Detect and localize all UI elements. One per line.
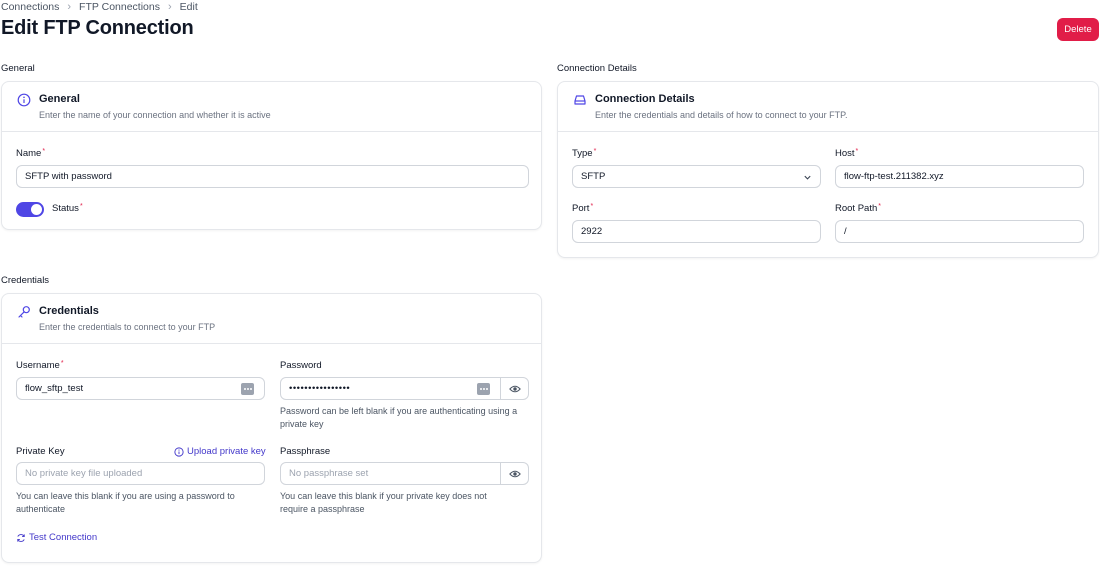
username-value: flow_sftp_test [25, 383, 84, 394]
general-card-subtitle: Enter the name of your connection and wh… [39, 110, 271, 120]
info-icon [174, 446, 184, 457]
eye-icon [508, 470, 521, 477]
toggle-knob [31, 204, 42, 215]
passphrase-visibility-button[interactable] [501, 462, 529, 485]
chevron-down-icon [804, 175, 811, 180]
connection-section-label: Connection Details [557, 63, 637, 74]
credentials-card-header: Credentials Enter the credentials to con… [2, 294, 541, 344]
info-icon [17, 93, 31, 107]
password-field[interactable]: •••••••••••••••• [280, 377, 501, 400]
credentials-section-label: Credentials [1, 275, 50, 286]
password-helper: Password can be left blank if you are au… [280, 406, 518, 429]
name-field[interactable]: SFTP with password [16, 165, 529, 188]
page-title: Edit FTP Connection [1, 17, 194, 39]
general-section-label: General [1, 63, 35, 74]
breadcrumb: Connections › FTP Connections › Edit [1, 1, 198, 13]
host-label: Host* [835, 148, 859, 159]
password-label: Password [280, 360, 322, 371]
privatekey-helper: You can leave this blank if you are usin… [16, 491, 235, 514]
refresh-icon [17, 533, 25, 542]
chevron-right-icon: › [67, 1, 72, 13]
type-select-value: SFTP [581, 171, 606, 182]
more-dots-icon[interactable] [477, 383, 490, 395]
port-field[interactable]: 2922 [572, 220, 821, 243]
general-card-header: General Enter the name of your connectio… [2, 82, 541, 132]
more-dots-icon[interactable] [241, 383, 254, 395]
username-field[interactable]: flow_sftp_test [16, 377, 265, 400]
connection-card-subtitle: Enter the credentials and details of how… [595, 110, 848, 120]
status-label: Status* [52, 203, 83, 214]
rootpath-label: Root Path* [835, 203, 881, 214]
connection-card: Connection Details Enter the credentials… [557, 81, 1099, 258]
connection-card-header: Connection Details Enter the credentials… [558, 82, 1098, 132]
password-value: •••••••••••••••• [289, 383, 351, 394]
port-label: Port* [572, 203, 594, 214]
credentials-card: Credentials Enter the credentials to con… [1, 293, 542, 563]
password-visibility-button[interactable] [501, 377, 529, 400]
username-label: Username* [16, 360, 64, 371]
breadcrumb-ftp-connections[interactable]: FTP Connections [79, 1, 160, 13]
type-select[interactable]: SFTP [572, 165, 821, 188]
breadcrumb-edit: Edit [179, 1, 198, 13]
delete-button[interactable]: Delete [1057, 18, 1099, 41]
upload-private-key-link[interactable]: Upload private key [174, 446, 266, 457]
chevron-right-icon: › [167, 1, 172, 13]
general-card: General Enter the name of your connectio… [1, 81, 542, 230]
rootpath-field[interactable]: / [835, 220, 1084, 243]
privatekey-label: Private Key [16, 446, 65, 457]
passphrase-field[interactable]: No passphrase set [280, 462, 501, 485]
passphrase-label: Passphrase [280, 446, 331, 457]
privatekey-field[interactable]: No private key file uploaded [16, 462, 265, 485]
breadcrumb-connections[interactable]: Connections [1, 1, 59, 13]
name-label: Name* [16, 148, 46, 159]
key-icon [18, 306, 30, 318]
connection-card-title: Connection Details [595, 93, 695, 105]
type-label: Type* [572, 148, 597, 159]
credentials-card-subtitle: Enter the credentials to connect to your… [39, 322, 216, 332]
status-toggle[interactable] [16, 202, 44, 217]
eye-icon [508, 385, 521, 392]
general-card-title: General [39, 93, 80, 105]
drive-icon [574, 95, 586, 105]
host-field[interactable]: flow-ftp-test.211382.xyz [835, 165, 1084, 188]
credentials-card-title: Credentials [39, 305, 99, 317]
test-connection-link[interactable]: Test Connection [16, 532, 97, 543]
passphrase-helper: You can leave this blank if your private… [280, 491, 487, 514]
